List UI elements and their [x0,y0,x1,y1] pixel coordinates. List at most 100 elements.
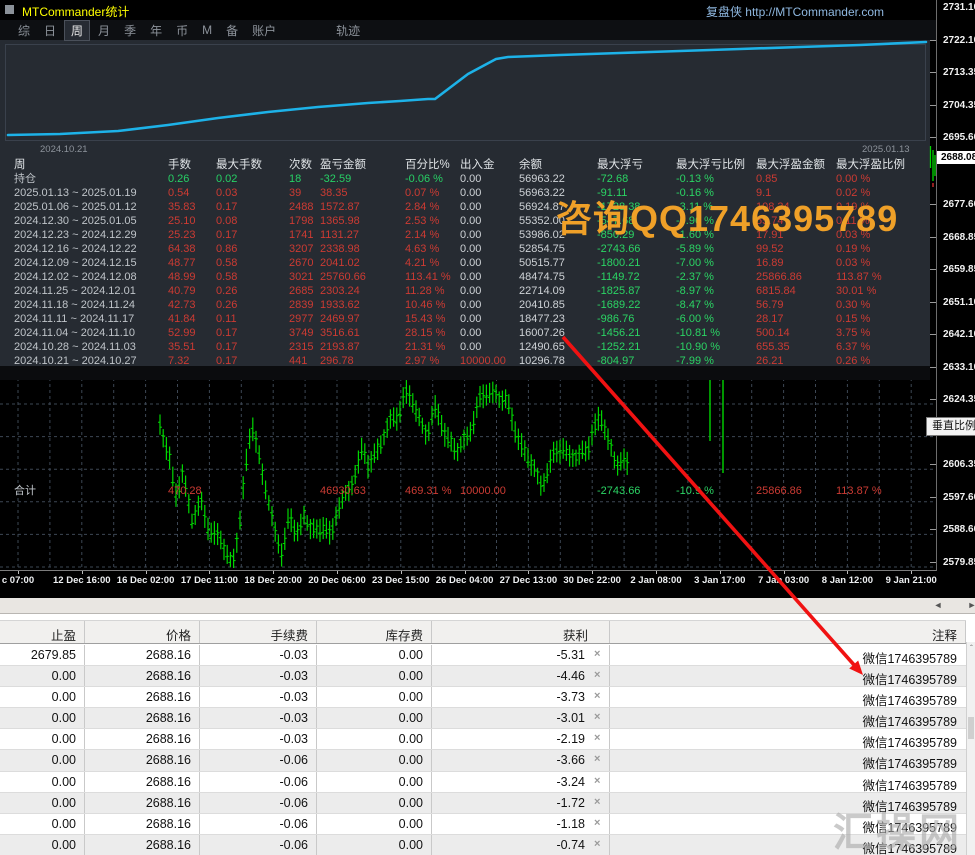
price-axis-label: 2588.60 [943,524,975,535]
vertical-scrollbar[interactable]: ˆ [966,642,975,855]
trade-row[interactable]: 0.002688.16-0.030.00-2.19×微信1746395789 [0,729,966,750]
trades-column-divider [431,729,432,750]
trade-cell-profit: -3.66 [432,753,585,767]
stats-row-total[interactable]: 合计470.2846930.63469.31 %10000.00-2743.66… [0,484,930,498]
stats-cell: 40.79 [168,284,216,298]
menu-item-M[interactable]: M [196,22,218,38]
stats-cell: 469.31 % [405,484,460,498]
stats-cell: 441 [289,354,320,368]
stats-cell: 2315 [289,340,320,354]
close-trade-icon[interactable]: × [594,817,600,829]
trades-header-1[interactable]: 价格 [85,625,191,644]
scroll-left-button[interactable]: ◄ [931,599,945,612]
stats-row-week[interactable]: 2024.11.25 ~ 2024.12.0140.790.2626852303… [0,284,930,298]
trade-cell-commission: -0.06 [200,796,308,810]
time-axis[interactable]: c 07:0012 Dec 16:0016 Dec 02:0017 Dec 11… [0,570,975,598]
close-trade-icon[interactable]: × [594,732,600,744]
stats-period: 2024.12.16 ~ 2024.12.22 [14,242,168,256]
close-trade-icon[interactable]: × [594,648,600,660]
stats-row-week[interactable]: 2024.11.18 ~ 2024.11.2442.730.2628391933… [0,298,930,312]
stats-cell: 18 [289,172,320,186]
trade-row[interactable]: 0.002688.16-0.060.00-0.74×微信1746395789 [0,835,966,855]
menu-item-账户[interactable]: 账户 [246,21,282,40]
stats-row-week[interactable]: 2024.11.11 ~ 2024.11.1741.840.1129772469… [0,312,930,326]
stats-cell: 2977 [289,312,320,326]
time-axis-label: 18 Dec 20:00 [244,575,302,586]
time-axis-tick [911,571,912,574]
stats-period: 2025.01.13 ~ 2025.01.19 [14,186,168,200]
price-axis-tick [930,399,936,400]
trade-row[interactable]: 0.002688.16-0.030.00-4.46×微信1746395789 [0,666,966,687]
time-axis-label: 7 Jan 03:00 [758,575,809,586]
menu-item-季[interactable]: 季 [118,21,142,40]
time-axis-label: 2 Jan 08:00 [630,575,681,586]
menu-item-轨迹[interactable]: 轨迹 [330,21,366,40]
menu-item-日[interactable]: 日 [38,21,62,40]
stats-cell: 0.00 [460,200,519,214]
close-trade-icon[interactable]: × [594,838,600,850]
stats-cell: 655.35 [756,340,836,354]
stats-period: 2024.11.04 ~ 2024.11.10 [14,326,168,340]
trade-row[interactable]: 0.002688.16-0.060.00-3.66×微信1746395789 [0,750,966,771]
stats-row-week[interactable]: 2024.10.21 ~ 2024.10.277.320.17441296.78… [0,354,930,368]
stats-cell: 0.85 [756,172,836,186]
time-axis-label: 8 Jan 12:00 [822,575,873,586]
price-axis[interactable]: 2731.102722.102713.352704.352695.602677.… [936,0,975,571]
stats-row-week[interactable]: 2024.12.02 ~ 2024.12.0848.990.5830212576… [0,270,930,284]
trade-cell-profit: -3.73 [432,690,585,704]
trade-row[interactable]: 0.002688.16-0.060.00-3.24×微信1746395789 [0,772,966,793]
candlestick-chart[interactable] [0,378,936,570]
stats-row-open-positions[interactable]: 持仓0.260.0218-32.59-0.06 %0.0056963.22-72… [0,172,930,186]
trades-column-divider [84,793,85,814]
trade-cell-commission: -0.06 [200,753,308,767]
horizontal-scrollbar[interactable]: ◄ ► [0,598,975,614]
trade-row[interactable]: 0.002688.16-0.060.00-1.18×微信1746395789 [0,814,966,835]
close-trade-icon[interactable]: × [594,796,600,808]
trades-header-3[interactable]: 库存费 [317,625,423,644]
scroll-up-button[interactable]: ˆ [967,644,975,656]
time-axis-tick [465,571,466,574]
trade-row[interactable]: 0.002688.16-0.030.00-3.01×微信1746395789 [0,708,966,729]
stats-cell: 0.58 [216,270,289,284]
stats-row-week[interactable]: 2024.11.04 ~ 2024.11.1052.990.1737493516… [0,326,930,340]
scrollbar-thumb[interactable] [968,717,974,739]
menu-item-周[interactable]: 周 [64,20,90,41]
close-trade-icon[interactable]: × [594,690,600,702]
stats-period: 2024.12.30 ~ 2025.01.05 [14,214,168,228]
stats-row-week[interactable]: 2024.12.09 ~ 2024.12.1548.770.5826702041… [0,256,930,270]
trades-table-header[interactable]: 止盈价格手续费库存费获利 注释 [0,620,966,644]
scroll-right-button[interactable]: ► [965,599,975,612]
stats-period: 2024.10.21 ~ 2024.10.27 [14,354,168,368]
price-axis-label: 2722.10 [943,35,975,46]
stats-cell: -1456.21 [597,326,676,340]
trades-header-4[interactable]: 获利 [432,625,588,644]
trade-row[interactable]: 0.002688.16-0.030.00-3.73×微信1746395789 [0,687,966,708]
trades-header-0[interactable]: 止盈 [0,625,76,644]
trade-row[interactable]: 2679.852688.16-0.030.00-5.31×微信174639578… [0,645,966,666]
trade-cell-price: 2688.16 [85,711,191,725]
trades-header-2[interactable]: 手续费 [200,625,308,644]
menu-item-年[interactable]: 年 [144,21,168,40]
stats-cell: 0.17 [216,228,289,242]
price-axis-tick [930,334,936,335]
trade-cell-tp: 0.00 [0,838,76,852]
trades-header-5[interactable]: 注释 [610,625,957,644]
close-trade-icon[interactable]: × [594,669,600,681]
stats-cell: 39 [289,186,320,200]
trade-row[interactable]: 0.002688.16-0.060.00-1.72×微信1746395789 [0,793,966,814]
stats-header-row: 周手数最大手数次数盈亏金额百分比%出入金余额最大浮亏最大浮亏比例最大浮盈金额最大… [0,158,930,172]
menu-item-币[interactable]: 币 [170,21,194,40]
trades-column-divider [84,666,85,687]
trades-column-divider [431,835,432,855]
stats-row-week[interactable]: 2024.12.16 ~ 2024.12.2264.380.8632072338… [0,242,930,256]
menu-item-综[interactable]: 综 [12,21,36,40]
close-trade-icon[interactable]: × [594,711,600,723]
menu-item-备[interactable]: 备 [220,21,244,40]
trades-column-divider [609,687,610,708]
menu-item-月[interactable]: 月 [92,21,116,40]
price-axis-label: 2633.10 [943,362,975,373]
close-trade-icon[interactable]: × [594,753,600,765]
time-axis-tick [847,571,848,574]
close-trade-icon[interactable]: × [594,775,600,787]
stats-row-week[interactable]: 2024.10.28 ~ 2024.11.0335.510.1723152193… [0,340,930,354]
